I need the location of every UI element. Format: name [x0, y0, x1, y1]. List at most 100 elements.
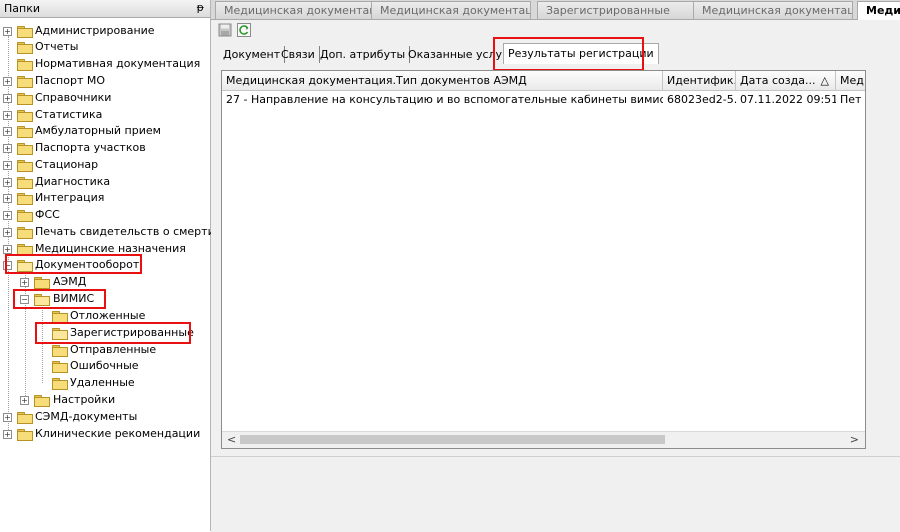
tree-node-hospital[interactable]: + Стационар	[0, 157, 210, 173]
tree-node-administration[interactable]: + Администрирование	[0, 23, 210, 39]
tree-node-district-passports[interactable]: + Паспорта участков	[0, 140, 210, 156]
doc-tab-3[interactable]: Зарегистрированные	[537, 1, 697, 19]
tree-node-death-certificates[interactable]: + Печать свидетельств о смерти	[0, 224, 215, 240]
table-row[interactable]: 27 - Направление на консультацию и во вс…	[222, 91, 865, 108]
tab-document[interactable]: Документ	[219, 46, 286, 63]
doc-tab-2[interactable]: Медицинская документац..	[371, 1, 531, 19]
tree-node-deleted[interactable]: Удаленные	[0, 375, 210, 391]
tree-node-label: Паспорт МО	[35, 74, 106, 87]
folder-icon	[17, 93, 33, 105]
column-header-date[interactable]: Дата созда... △	[736, 71, 836, 90]
details-panel	[211, 456, 900, 532]
tree-node-label: Администрирование	[35, 24, 155, 37]
tree-node-normative-docs[interactable]: Нормативная документация	[0, 56, 210, 72]
folder-icon	[52, 345, 68, 357]
refresh-icon[interactable]	[237, 23, 251, 37]
sort-ascending-icon: △	[820, 74, 829, 87]
tree-node-semd-documents[interactable]: + СЭМД-документы	[0, 409, 210, 425]
tree-node-passport-mo[interactable]: + Паспорт МО	[0, 73, 210, 89]
tree-node-clinical-guidelines[interactable]: + Клинические рекомендации	[0, 426, 210, 442]
folder-icon	[17, 26, 33, 38]
expand-icon[interactable]: +	[3, 413, 12, 422]
folder-icon	[17, 126, 33, 138]
folder-icon	[17, 59, 33, 71]
pin-icon[interactable]: ᵽ	[197, 1, 204, 14]
tree-node-label: Настройки	[53, 393, 116, 406]
folder-icon	[17, 143, 33, 155]
tree-node-references[interactable]: + Справочники	[0, 90, 210, 106]
tree-node-outpatient[interactable]: + Амбулаторный прием	[0, 123, 210, 139]
tree-node-statistics[interactable]: + Статистика	[0, 107, 210, 123]
tree-node-settings[interactable]: + Настройки	[0, 392, 210, 408]
expand-icon[interactable]: +	[3, 228, 12, 237]
folder-icon	[52, 361, 68, 373]
tree-node-sent[interactable]: Отправленные	[0, 342, 210, 358]
doc-tab-1[interactable]: Медицинская документац..	[215, 1, 375, 19]
tree-node-diagnostics[interactable]: + Диагностика	[0, 174, 210, 190]
tree-node-label: Паспорта участков	[35, 141, 146, 154]
column-header-med[interactable]: Мед	[836, 71, 865, 90]
scrollbar-thumb[interactable]	[240, 435, 665, 444]
expand-icon[interactable]: +	[3, 94, 12, 103]
expand-icon[interactable]: +	[3, 144, 12, 153]
doc-tab-4[interactable]: Медицинская документац..	[693, 1, 853, 19]
tab-extra-attributes[interactable]: Доп. атрибуты	[316, 46, 411, 63]
scroll-left-icon[interactable]: <	[227, 433, 236, 446]
tree-node-label: ФСС	[35, 208, 60, 221]
expand-icon[interactable]: +	[3, 161, 12, 170]
expand-icon[interactable]: +	[3, 77, 12, 86]
folder-icon	[52, 311, 68, 323]
expand-icon[interactable]: +	[3, 27, 12, 36]
tree-node-erroneous[interactable]: Ошибочные	[0, 358, 210, 374]
folder-icon	[17, 110, 33, 122]
folders-panel-title: Папки	[4, 2, 40, 15]
expand-icon[interactable]: +	[3, 245, 12, 254]
tree-node-label: Интеграция	[35, 191, 105, 204]
expand-icon[interactable]: +	[3, 211, 12, 220]
column-header-id[interactable]: Идентифик...	[663, 71, 736, 90]
expand-icon[interactable]: +	[3, 111, 12, 120]
grid-header: Медицинская документация.Тип документов …	[222, 71, 865, 91]
expand-icon[interactable]: +	[20, 396, 29, 405]
expand-icon[interactable]: +	[3, 430, 12, 439]
column-header-type[interactable]: Медицинская документация.Тип документов …	[222, 71, 663, 90]
tree-node-integration[interactable]: + Интеграция	[0, 190, 210, 206]
tree-node-label: Клинические рекомендации	[35, 427, 201, 440]
tree-node-label: АЭМД	[53, 275, 87, 288]
tree-node-reports[interactable]: Отчеты	[0, 39, 210, 55]
save-icon[interactable]	[218, 23, 232, 37]
folder-icon	[17, 160, 33, 172]
expand-icon[interactable]: +	[3, 194, 12, 203]
scroll-right-icon[interactable]: >	[850, 433, 859, 446]
tree-node-label: Диагностика	[35, 175, 111, 188]
folder-icon	[17, 412, 33, 424]
tree-node-label: Удаленные	[70, 376, 135, 389]
folder-icon	[17, 42, 33, 54]
results-grid: Медицинская документация.Тип документов …	[221, 70, 866, 449]
document-tabs-bar: Медицинская документац.. Медицинская док…	[211, 0, 900, 20]
tree-node-label: Печать свидетельств о смерти	[35, 225, 215, 238]
cell-id: 68023ed2-5...	[667, 93, 736, 106]
expand-icon[interactable]: +	[3, 127, 12, 136]
tree-node-label: Стационар	[35, 158, 99, 171]
folder-icon	[17, 227, 33, 239]
horizontal-scrollbar[interactable]: < >	[222, 431, 865, 448]
folders-panel-header: Папки ᵽ	[0, 0, 210, 18]
doc-tab-5[interactable]: Меди	[857, 1, 900, 20]
highlight-registered	[35, 322, 191, 344]
tree-node-label: Ошибочные	[70, 359, 139, 372]
main-area: Медицинская документац.. Медицинская док…	[211, 0, 900, 532]
expand-icon[interactable]: +	[20, 278, 29, 287]
highlight-vimis	[13, 289, 106, 309]
tree-node-aemd[interactable]: + АЭМД	[0, 274, 210, 290]
tree-node-label: Отчеты	[35, 40, 79, 53]
tree-node-label: Отправленные	[70, 343, 157, 356]
expand-icon[interactable]: +	[3, 178, 12, 187]
folder-icon	[17, 76, 33, 88]
folders-panel: Папки ᵽ + Администрирование Отчеты Норма…	[0, 0, 215, 531]
tree-node-label: Нормативная документация	[35, 57, 201, 70]
highlight-registration-results	[493, 37, 644, 71]
tab-links[interactable]: Связи	[277, 46, 320, 63]
tree-node-fss[interactable]: + ФСС	[0, 207, 210, 223]
folder-icon	[34, 395, 50, 407]
